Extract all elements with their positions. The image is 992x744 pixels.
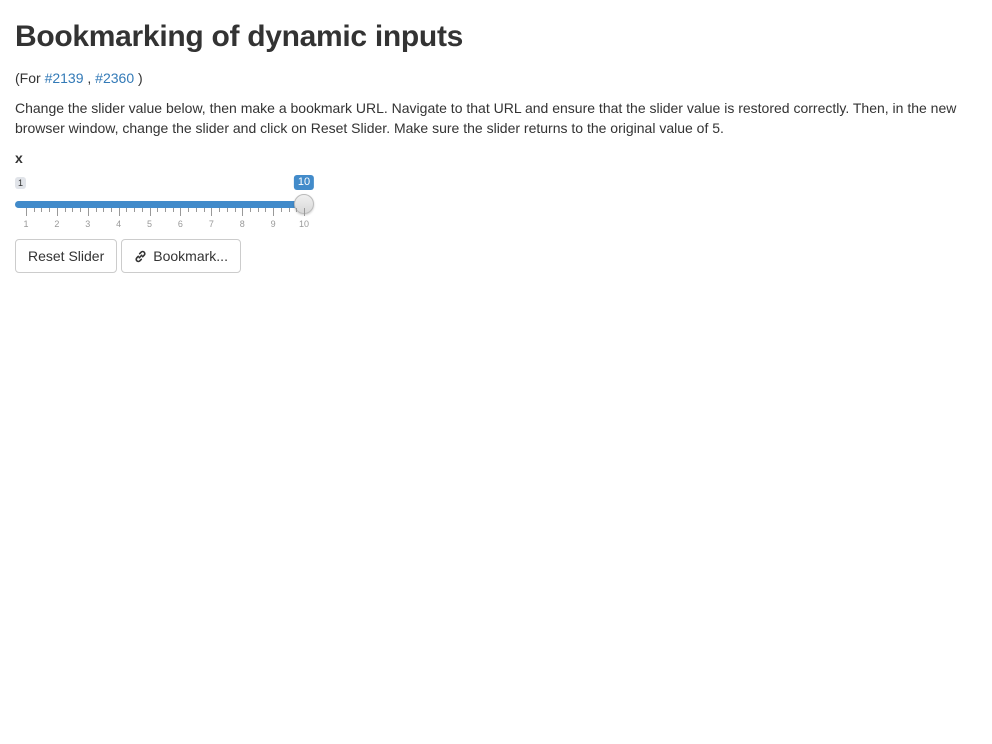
- slider-minor-tick: [126, 208, 128, 212]
- slider-minor-tick: [257, 208, 259, 212]
- slider-minor-tick: [33, 208, 35, 212]
- slider-tick-label: 8: [239, 219, 245, 229]
- slider-minor-tick: [249, 208, 251, 212]
- refs-suffix: ): [138, 70, 143, 86]
- slider-tick-label: 2: [54, 219, 60, 229]
- slider-tick-label: 7: [208, 219, 214, 229]
- slider-tick-label: 3: [85, 219, 91, 229]
- link-icon: [134, 250, 147, 263]
- slider-major-tick: [26, 208, 27, 216]
- slider-minor-tick: [172, 208, 174, 212]
- main-container: Bookmarking of dynamic inputs (For #2139…: [0, 18, 992, 273]
- slider-bar: [15, 201, 304, 208]
- slider-value-label: 10: [293, 175, 315, 190]
- slider-tick-label: 6: [177, 219, 183, 229]
- slider-minor-tick: [195, 208, 197, 212]
- page-title: Bookmarking of dynamic inputs: [15, 20, 464, 53]
- issue-link-2360[interactable]: #2360: [95, 70, 134, 86]
- issue-references: (For #2139 , #2360 ): [15, 68, 977, 88]
- slider-minor-tick: [41, 208, 43, 212]
- slider-label: x: [15, 150, 23, 166]
- button-row: Reset Slider Bookmark...: [15, 239, 977, 273]
- slider-minor-tick: [110, 208, 112, 212]
- slider-minor-tick: [280, 208, 282, 212]
- slider-minor-tick: [234, 208, 236, 212]
- refs-separator: ,: [87, 70, 92, 86]
- reset-slider-button[interactable]: Reset Slider: [15, 239, 118, 273]
- slider-minor-tick: [157, 208, 159, 212]
- slider-minor-tick: [296, 208, 298, 212]
- slider-minor-tick: [226, 208, 228, 212]
- slider-major-tick: [180, 208, 182, 216]
- slider-minor-tick: [80, 208, 82, 212]
- slider-minor-tick: [141, 208, 143, 212]
- slider-minor-tick: [288, 208, 290, 212]
- slider-tick-label: 9: [270, 219, 276, 229]
- slider-tick-label: 5: [147, 219, 153, 229]
- slider-minor-tick: [188, 208, 190, 212]
- slider-minor-tick: [95, 208, 97, 212]
- slider-minor-tick: [49, 208, 51, 212]
- slider-minor-tick: [103, 208, 105, 212]
- reset-slider-label: Reset Slider: [28, 248, 105, 264]
- slider-ticks: 1 2 3 4 5 6 7 8 9 10: [15, 208, 309, 230]
- issue-link-2139[interactable]: #2139: [45, 70, 84, 86]
- slider-tick-label: 10: [298, 219, 310, 229]
- slider-minor-tick: [134, 208, 136, 212]
- slider-min-label: 1: [15, 177, 27, 189]
- slider-major-tick: [211, 208, 213, 216]
- slider-minor-tick: [265, 208, 267, 212]
- slider-major-tick: [273, 208, 275, 216]
- slider-major-tick: [118, 208, 120, 216]
- slider-major-tick: [304, 208, 305, 216]
- slider-minor-tick: [72, 208, 74, 212]
- slider-minor-tick: [165, 208, 166, 212]
- bookmark-label: Bookmark...: [153, 248, 228, 264]
- slider-major-tick: [242, 208, 244, 216]
- slider-minor-tick: [64, 208, 66, 212]
- slider-minor-tick: [219, 208, 221, 212]
- refs-prefix: (For: [15, 70, 41, 86]
- slider-major-tick: [56, 208, 58, 216]
- slider-tick-label: 1: [23, 219, 29, 229]
- slider-minor-tick: [203, 208, 205, 212]
- instructions-text: Change the slider value below, then make…: [15, 100, 957, 136]
- slider-tick-label: 4: [116, 219, 122, 229]
- slider-major-tick: [87, 208, 89, 216]
- x-slider[interactable]: 1 10 1 2 3 4 5 6 7 8 9 10: [15, 170, 315, 230]
- slider-major-tick: [149, 208, 151, 216]
- bookmark-button[interactable]: Bookmark...: [121, 239, 241, 273]
